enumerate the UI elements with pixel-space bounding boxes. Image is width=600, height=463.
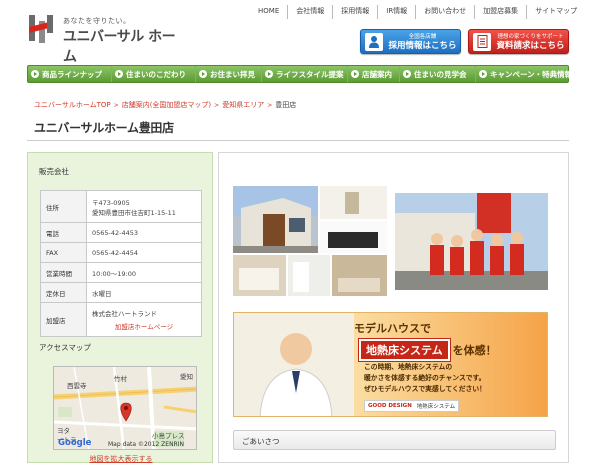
chevron-right-icon: > <box>214 101 220 109</box>
hours-label: 営業時間 <box>40 262 87 283</box>
banner-body-line: ぜひモデルハウスで実感してください！ <box>364 385 486 393</box>
chevron-right-icon: > <box>267 101 273 109</box>
table-row: 加盟店 株式会社ハートランド 加盟店ホームページ <box>40 302 202 337</box>
breadcrumb-current: 豊田店 <box>275 101 297 109</box>
address-label: 住所 <box>40 190 87 223</box>
arrow-right-icon <box>199 70 207 78</box>
top-nav-contact[interactable]: お問い合わせ <box>415 5 474 19</box>
enlarge-map-link[interactable]: 地図を拡大表示する <box>28 454 214 463</box>
breadcrumb-aichi[interactable]: 愛知県エリア <box>222 100 264 110</box>
fax-label: FAX <box>40 242 87 263</box>
franchise-company: 株式会社ハートランド <box>92 310 157 318</box>
document-icon <box>473 32 491 51</box>
top-nav-sitemap[interactable]: サイトマップ <box>526 5 585 19</box>
top-nav-home[interactable]: HOME <box>250 5 287 19</box>
franchise-label: 加盟店 <box>40 302 87 337</box>
request-button-label: 資料請求はこちら <box>496 40 565 51</box>
site-header: あなたを守りたい。 ユニバーサル ホーム HOME 会社情報 採用情報 IR情報… <box>0 0 600 65</box>
banner-body-line: この時期、地熱床システムの <box>364 363 453 371</box>
postal-code: 〒473-0905 <box>92 198 130 207</box>
logo-mark-icon <box>29 15 53 43</box>
person-icon <box>365 32 383 51</box>
presenter-photo <box>234 313 354 416</box>
gnav-open-house[interactable]: 住まいの見学会 <box>400 66 476 82</box>
hours-value: 10:00～19:00 <box>86 262 202 283</box>
map-label-c: 愛知 <box>180 373 193 381</box>
closed-day-label: 定休日 <box>40 282 87 303</box>
access-map-heading: アクセスマップ <box>39 343 91 352</box>
sales-company-heading: 販売会社 <box>39 167 69 176</box>
arrow-right-icon <box>115 70 123 78</box>
address-value: 愛知県豊田市住吉町1-15-11 <box>92 208 176 217</box>
table-row: FAX 0565-42-4454 <box>40 242 202 263</box>
arrow-right-icon <box>403 70 411 78</box>
breadcrumb-store-map[interactable]: 店舗案内(全国加盟店マップ) <box>122 100 211 110</box>
banner-feature-chip: 地熱床システム <box>358 338 451 362</box>
arrow-right-icon <box>265 70 273 78</box>
recruit-info-button[interactable]: 全国各店舗 採用情報はこちら <box>360 29 461 54</box>
gnav-lifestyle[interactable]: ライフスタイル提案 <box>262 66 348 82</box>
gnav-home-visit[interactable]: お住まい拝見 <box>196 66 262 82</box>
model-house-photo-collage <box>233 186 387 296</box>
logo-text: ユニバーサル ホーム <box>63 29 176 65</box>
breadcrumb: ユニバーサルホームTOP > 店舗案内(全国加盟店マップ) > 愛知県エリア >… <box>34 100 296 110</box>
arrow-right-icon <box>479 70 487 78</box>
gnav-commitment[interactable]: 住まいのこだわり <box>112 66 196 82</box>
store-info-sidebar: 販売会社 住所 〒473-0905 愛知県豊田市住吉町1-15-11 電話 05… <box>27 152 213 463</box>
closed-day-value: 水曜日 <box>86 282 202 303</box>
gnav-campaign[interactable]: キャンペーン・特典情報 <box>476 66 572 82</box>
access-map[interactable]: 西雲寺 竹村 愛知 ヨタ ートラ 小島プレス Google Map data ©… <box>53 366 197 450</box>
good-design-badge: GOOD DESIGN <box>368 403 412 409</box>
greeting-section-header: ごあいさつ <box>233 430 556 450</box>
table-row: 営業時間 10:00～19:00 <box>40 262 202 283</box>
banner-award-strip: GOOD DESIGN 地熱床システム <box>364 400 460 412</box>
table-row: 電話 0565-42-4453 <box>40 222 202 243</box>
breadcrumb-top[interactable]: ユニバーサルホームTOP <box>34 100 111 110</box>
page-title: ユニバーサルホーム豊田店 <box>34 121 174 135</box>
top-nav-ir[interactable]: IR情報 <box>377 5 415 19</box>
title-divider <box>27 140 569 141</box>
gnav-product-lineup[interactable]: 商品ラインナップ <box>28 66 112 82</box>
global-nav: 商品ラインナップ 住まいのこだわり お住まい拝見 ライフスタイル提案 店舗案内 … <box>27 65 572 83</box>
store-staff-photo <box>395 193 548 290</box>
google-logo: Google <box>58 438 92 448</box>
request-materials-button[interactable]: 理想の家づくりをサポート 資料請求はこちら <box>468 29 569 54</box>
store-main-content: モデルハウスで 地熱床システム を体感！ この時期、地熱床システムの 暖かさを体… <box>218 152 569 463</box>
gnav-stores[interactable]: 店舗案内 <box>348 66 400 82</box>
arrow-right-icon <box>351 70 359 78</box>
banner-body-line: 暖かさを体感する絶好のチャンスです。 <box>364 374 486 382</box>
arrow-right-icon <box>31 70 39 78</box>
recruit-button-label: 採用情報はこちら <box>388 40 457 51</box>
top-nav-franchise[interactable]: 加盟店募集 <box>474 5 526 19</box>
greeting-title: ごあいさつ <box>242 437 280 446</box>
banner-caption: 地熱床システム <box>416 404 456 410</box>
top-nav-recruit[interactable]: 採用情報 <box>332 5 377 19</box>
map-label-b: 竹村 <box>114 375 127 383</box>
franchise-homepage-link[interactable]: 加盟店ホームページ <box>92 321 196 331</box>
banner-headline-suffix: を体感！ <box>452 344 497 357</box>
logo-tagline: あなたを守りたい。 <box>63 17 131 25</box>
phone-label: 電話 <box>40 222 87 243</box>
table-row: 住所 〒473-0905 愛知県豊田市住吉町1-15-11 <box>40 190 202 223</box>
table-row: 定休日 水曜日 <box>40 282 202 303</box>
brand-logo[interactable]: あなたを守りたい。 ユニバーサル ホーム <box>27 13 187 65</box>
chevron-right-icon: > <box>113 101 119 109</box>
fax-value: 0565-42-4454 <box>86 242 202 263</box>
top-utility-nav: HOME 会社情報 採用情報 IR情報 お問い合わせ 加盟店募集 サイトマップ <box>250 5 585 19</box>
top-nav-company[interactable]: 会社情報 <box>287 5 332 19</box>
banner-headline: モデルハウスで <box>354 322 431 335</box>
map-label-a: 西雲寺 <box>67 382 87 390</box>
phone-value: 0565-42-4453 <box>86 222 202 243</box>
map-attribution: Map data ©2012 ZENRIN <box>108 441 184 448</box>
store-info-table: 住所 〒473-0905 愛知県豊田市住吉町1-15-11 電話 0565-42… <box>40 190 202 337</box>
floor-heating-campaign-banner[interactable]: モデルハウスで 地熱床システム を体感！ この時期、地熱床システムの 暖かさを体… <box>233 312 548 417</box>
map-label-f: 小島プレス <box>152 432 185 440</box>
